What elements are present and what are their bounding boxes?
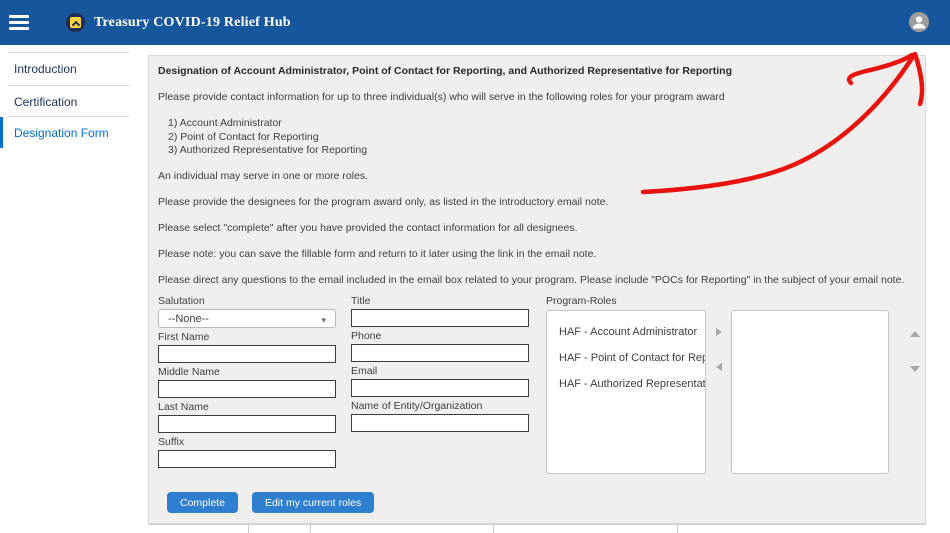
app-header: Treasury COVID-19 Relief Hub: [0, 0, 950, 45]
chevron-down-icon: ▾: [321, 314, 326, 326]
title-label: Title: [351, 295, 529, 307]
salutation-label: Salutation: [158, 295, 336, 307]
suffix-field[interactable]: [158, 450, 336, 468]
form-fields-area: Salutation --None-- ▾ First Name Middle …: [158, 295, 925, 480]
roles-list-item: 1) Account Administrator: [168, 117, 925, 129]
sidebar-item-introduction[interactable]: Introduction: [0, 53, 143, 84]
form-note: Please direct any questions to the email…: [158, 274, 925, 286]
salutation-selected-value: --None--: [168, 313, 209, 325]
form-note: Please provide the designees for the pro…: [158, 196, 925, 208]
entity-label: Name of Entity/Organization: [351, 400, 529, 412]
phone-label: Phone: [351, 330, 529, 342]
move-down-icon[interactable]: [910, 366, 920, 372]
program-roles-selected-list[interactable]: [731, 310, 889, 474]
sidebar-item-label: Designation Form: [14, 126, 109, 140]
roles-list-item: 3) Authorized Representative for Reporti…: [168, 144, 925, 156]
first-name-label: First Name: [158, 331, 336, 343]
first-name-field[interactable]: [158, 345, 336, 363]
menu-icon[interactable]: [9, 15, 29, 30]
move-left-icon[interactable]: [716, 363, 722, 371]
move-right-icon[interactable]: [716, 328, 722, 336]
roles-numbered-list: 1) Account Administrator 2) Point of Con…: [158, 117, 925, 156]
edit-current-roles-button[interactable]: Edit my current roles: [252, 492, 374, 513]
form-note: Please note: you can save the fillable f…: [158, 248, 925, 260]
roles-list-item: 2) Point of Contact for Reporting: [168, 131, 925, 143]
email-label: Email: [351, 365, 529, 377]
program-roles-label: Program-Roles: [546, 295, 927, 307]
program-role-option[interactable]: HAF - Point of Contact for Reporting: [547, 345, 705, 371]
app-title: Treasury COVID-19 Relief Hub: [94, 15, 291, 31]
sidebar-item-designation-form[interactable]: Designation Form: [0, 117, 143, 148]
form-note: Please select "complete" after you have …: [158, 222, 925, 234]
user-menu-icon[interactable]: [909, 12, 929, 32]
form-intro: Please provide contact information for u…: [158, 91, 925, 103]
salutation-select[interactable]: --None-- ▾: [158, 309, 336, 328]
form-note: An individual may serve in one or more r…: [158, 170, 925, 182]
program-role-option[interactable]: HAF - Account Administrator: [547, 319, 705, 345]
entity-field[interactable]: [351, 414, 529, 432]
title-field[interactable]: [351, 309, 529, 327]
middle-name-label: Middle Name: [158, 366, 336, 378]
program-role-option[interactable]: HAF - Authorized Representative fo...: [547, 371, 705, 397]
last-name-label: Last Name: [158, 401, 336, 413]
last-name-field[interactable]: [158, 415, 336, 433]
program-roles-available-list[interactable]: HAF - Account Administrator HAF - Point …: [546, 310, 706, 474]
sidebar-item-label: Introduction: [14, 62, 77, 76]
complete-button[interactable]: Complete: [167, 492, 238, 513]
sidebar-item-certification[interactable]: Certification: [0, 86, 143, 117]
phone-field[interactable]: [351, 344, 529, 362]
email-field[interactable]: [351, 379, 529, 397]
treasury-logo-icon: [66, 13, 85, 32]
program-roles-block: Program-Roles HAF - Account Administrato…: [546, 295, 927, 474]
records-table-top-edge: [148, 524, 926, 532]
sidebar: Introduction Certification Designation F…: [0, 45, 143, 532]
form-heading: Designation of Account Administrator, Po…: [158, 65, 925, 77]
suffix-label: Suffix: [158, 436, 336, 448]
designation-form-panel: Designation of Account Administrator, Po…: [148, 55, 926, 524]
sidebar-item-label: Certification: [14, 95, 77, 109]
move-up-icon[interactable]: [910, 331, 920, 337]
middle-name-field[interactable]: [158, 380, 336, 398]
